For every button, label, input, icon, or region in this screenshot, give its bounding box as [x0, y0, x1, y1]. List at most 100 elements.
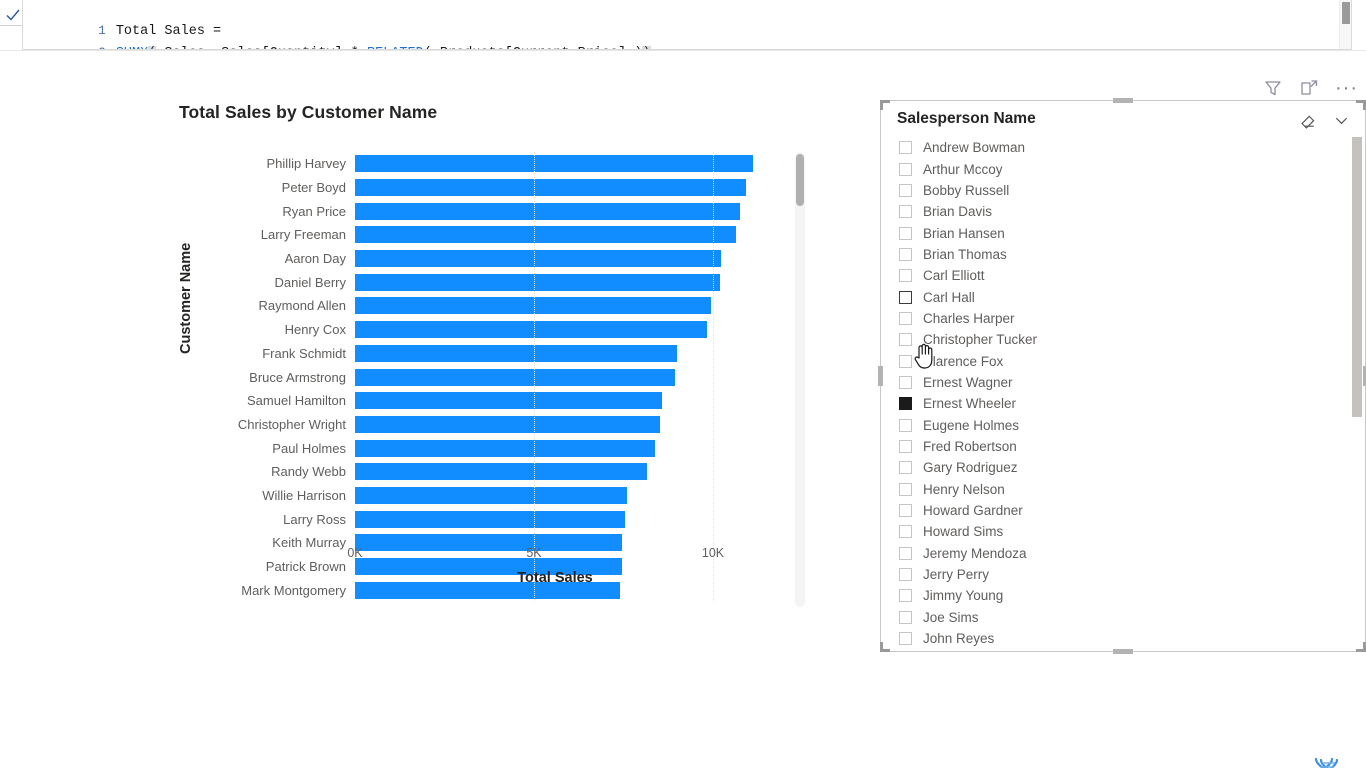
resize-handle-bottom-left[interactable]: [880, 642, 890, 652]
slicer-scrollbar[interactable]: [1352, 137, 1362, 637]
slicer-item[interactable]: Ernest Wheeler: [891, 393, 1347, 414]
slicer-item[interactable]: Arthur Mccoy: [891, 158, 1347, 179]
slicer-checkbox[interactable]: [899, 183, 912, 197]
eraser-icon[interactable]: [1299, 111, 1318, 135]
slicer-checkbox[interactable]: [899, 482, 912, 496]
slicer-item[interactable]: Bobby Russell: [891, 180, 1347, 201]
bar-row[interactable]: [355, 507, 753, 531]
slicer-item[interactable]: Brian Thomas: [891, 244, 1347, 265]
slicer-checkbox[interactable]: [899, 461, 912, 475]
bar[interactable]: [355, 155, 753, 173]
bar-row[interactable]: [355, 199, 753, 223]
bar[interactable]: [355, 510, 625, 528]
bar[interactable]: [355, 415, 661, 433]
slicer-item[interactable]: Joe Sims: [891, 607, 1347, 628]
slicer-checkbox[interactable]: [899, 354, 912, 368]
bar-row[interactable]: [355, 484, 753, 508]
slicer-checkbox[interactable]: [899, 418, 912, 432]
slicer-checkbox[interactable]: [899, 226, 912, 240]
resize-handle-bottom[interactable]: [1113, 649, 1133, 654]
bar[interactable]: [355, 344, 677, 362]
chart-scrollbar[interactable]: [795, 152, 805, 607]
slicer-item[interactable]: Clarence Fox: [891, 350, 1347, 371]
slicer-checkbox[interactable]: [899, 141, 912, 155]
slicer-item[interactable]: Brian Hansen: [891, 222, 1347, 243]
dax-formula-bar[interactable]: 1Total Sales = 2SUMX( Sales, Sales[Quant…: [0, 0, 1366, 51]
slicer-checkbox[interactable]: [899, 439, 912, 453]
bar[interactable]: [355, 321, 707, 339]
chart-scrollbar-thumb[interactable]: [796, 154, 804, 206]
bar-row[interactable]: [355, 270, 753, 294]
y-axis-label: Henry Cox: [284, 322, 346, 338]
slicer-checkbox[interactable]: [899, 546, 912, 560]
bar-row[interactable]: [355, 365, 753, 389]
slicer-item[interactable]: Carl Elliott: [891, 265, 1347, 286]
bar-row[interactable]: [355, 294, 753, 318]
bar[interactable]: [355, 226, 736, 244]
slicer-checkbox[interactable]: [899, 247, 912, 261]
filter-icon[interactable]: [1263, 78, 1283, 98]
slicer-item[interactable]: Charles Harper: [891, 308, 1347, 329]
bar[interactable]: [355, 202, 740, 220]
slicer-item[interactable]: Ernest Wagner: [891, 372, 1347, 393]
slicer-checkbox[interactable]: [899, 589, 912, 603]
slicer-item[interactable]: Jimmy Young: [891, 585, 1347, 606]
bar[interactable]: [355, 392, 662, 410]
formula-scrollbar-thumb[interactable]: [1342, 2, 1350, 24]
slicer-item[interactable]: Jeremy Mendoza: [891, 543, 1347, 564]
salesperson-slicer-visual[interactable]: Salesperson Name Andrew Bowman Arthur Mc…: [878, 98, 1366, 654]
formula-editor[interactable]: 1Total Sales = 2SUMX( Sales, Sales[Quant…: [22, 0, 1352, 50]
bar-row[interactable]: [355, 223, 753, 247]
slicer-checkbox[interactable]: [899, 568, 912, 582]
bar[interactable]: [355, 250, 722, 268]
slicer-checkbox[interactable]: [899, 205, 912, 219]
slicer-item[interactable]: John Reyes: [891, 628, 1347, 647]
slicer-checkbox[interactable]: [899, 269, 912, 283]
slicer-checkbox[interactable]: [899, 610, 912, 624]
slicer-checkbox[interactable]: [899, 632, 912, 646]
bar-row[interactable]: [355, 342, 753, 366]
bar-row[interactable]: [355, 152, 753, 176]
bar-chart-visual[interactable]: Total Sales by Customer Name Customer Na…: [160, 94, 820, 644]
slicer-checkbox[interactable]: [899, 162, 912, 176]
bar[interactable]: [355, 463, 648, 481]
slicer-scrollbar-thumb[interactable]: [1352, 137, 1362, 417]
y-axis-label: Peter Boyd: [281, 180, 346, 196]
slicer-item[interactable]: Christopher Tucker: [891, 329, 1347, 350]
slicer-checkbox[interactable]: [899, 397, 912, 411]
slicer-checkbox[interactable]: [899, 290, 912, 304]
resize-handle-bottom-right[interactable]: [1356, 642, 1366, 652]
bar-row[interactable]: [355, 247, 753, 271]
slicer-checkbox[interactable]: [899, 504, 912, 518]
slicer-item[interactable]: Jerry Perry: [891, 564, 1347, 585]
slicer-item[interactable]: Howard Sims: [891, 521, 1347, 542]
slicer-checkbox[interactable]: [899, 375, 912, 389]
slicer-item-list[interactable]: Andrew Bowman Arthur Mccoy Bobby Russell Br…: [891, 137, 1347, 647]
slicer-checkbox[interactable]: [899, 333, 912, 347]
bar-row[interactable]: [355, 436, 753, 460]
bar-row[interactable]: [355, 413, 753, 437]
bar-row[interactable]: [355, 460, 753, 484]
slicer-item[interactable]: Brian Davis: [891, 201, 1347, 222]
formula-scrollbar[interactable]: [1339, 0, 1351, 49]
slicer-item[interactable]: Andrew Bowman: [891, 137, 1347, 158]
bar[interactable]: [355, 486, 628, 504]
slicer-item[interactable]: Carl Hall: [891, 286, 1347, 307]
bar[interactable]: [355, 179, 747, 197]
slicer-item[interactable]: Howard Gardner: [891, 500, 1347, 521]
bar[interactable]: [355, 439, 655, 457]
focus-mode-icon[interactable]: [1299, 78, 1319, 98]
slicer-item[interactable]: Fred Robertson: [891, 436, 1347, 457]
chevron-down-icon[interactable]: [1332, 111, 1351, 135]
bar[interactable]: [355, 273, 720, 291]
resize-handle-left[interactable]: [878, 366, 883, 386]
slicer-checkbox[interactable]: [899, 525, 912, 539]
bar-row[interactable]: [355, 318, 753, 342]
slicer-item[interactable]: Gary Rodriguez: [891, 457, 1347, 478]
slicer-item[interactable]: Henry Nelson: [891, 479, 1347, 500]
slicer-checkbox[interactable]: [899, 311, 912, 325]
slicer-item[interactable]: Eugene Holmes: [891, 414, 1347, 435]
bar[interactable]: [355, 368, 675, 386]
bar-row[interactable]: [355, 176, 753, 200]
bar-row[interactable]: [355, 389, 753, 413]
